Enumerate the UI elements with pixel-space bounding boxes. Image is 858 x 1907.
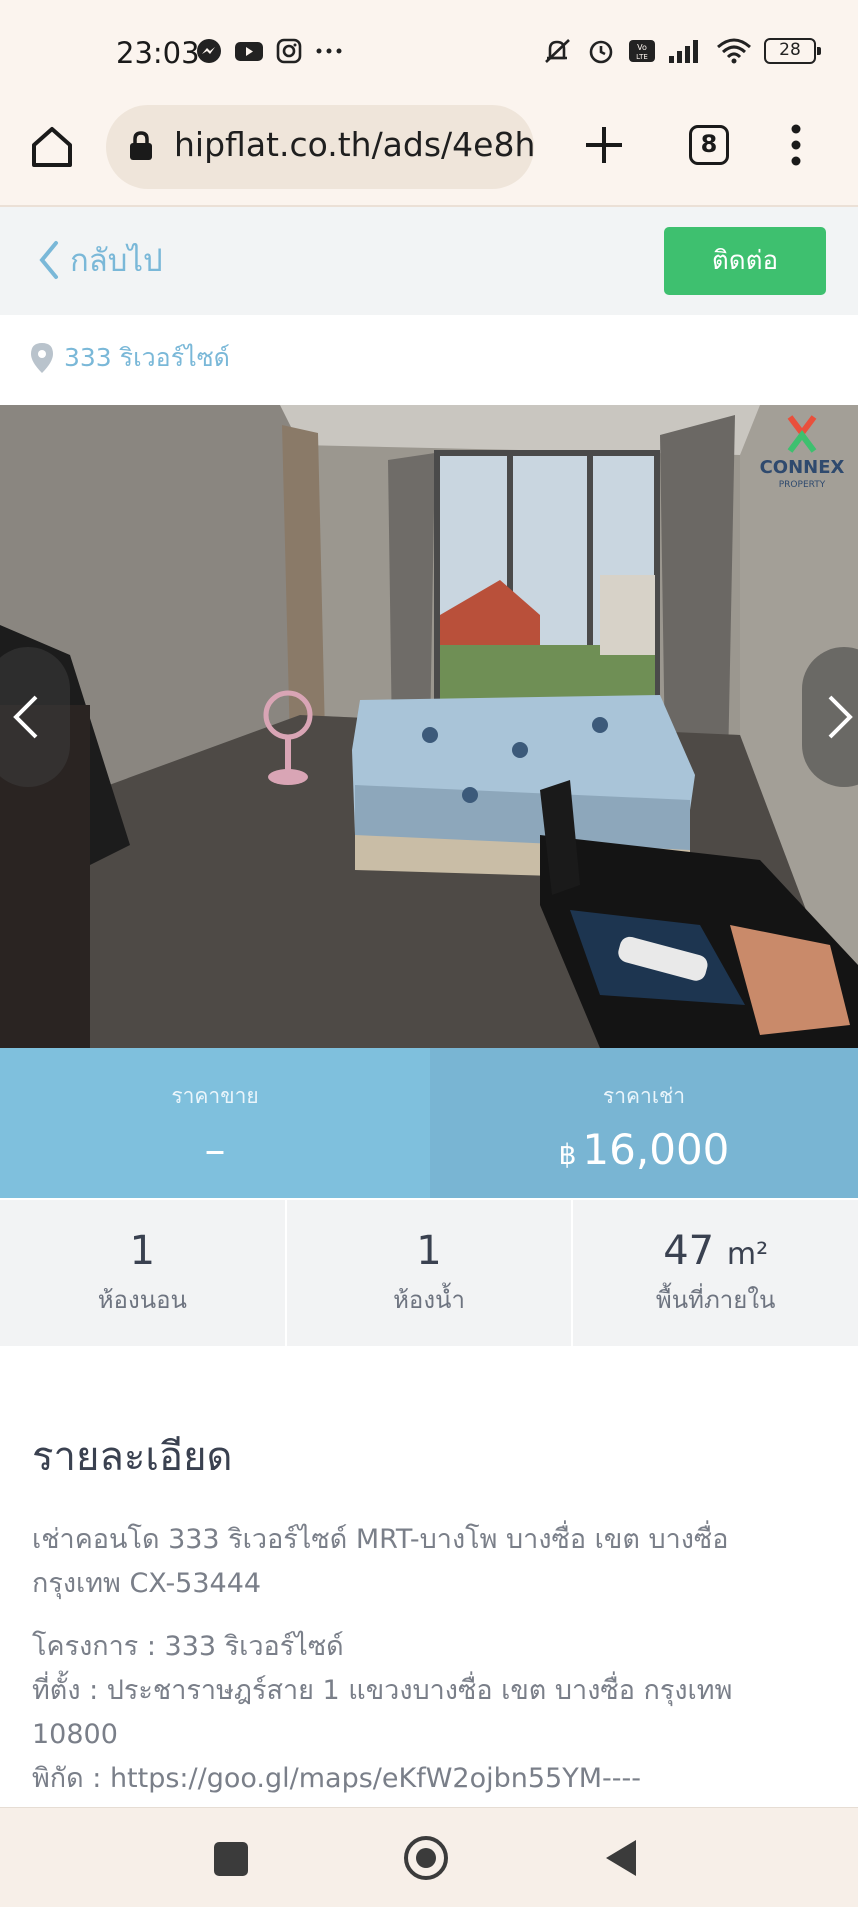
price-band: ราคาขาย – ราคาเช่า ฿ 16,000 xyxy=(0,1048,858,1198)
area-value: 47 xyxy=(663,1228,715,1274)
area-unit: m² xyxy=(726,1237,769,1272)
chevron-left-icon xyxy=(39,241,58,279)
bedrooms-label: ห้องนอน xyxy=(97,1286,187,1314)
kebab-menu-icon[interactable] xyxy=(784,121,808,169)
address-bar[interactable]: hipflat.co.th/ads/4e8h xyxy=(106,105,534,189)
details-body: โครงการ : 333 ริเวอร์ไซด์ ที่ตั้ง : ประช… xyxy=(32,1625,822,1801)
status-bar: 23:03 Vo LTE 28 xyxy=(0,0,858,105)
tab-switcher-button[interactable]: 8 xyxy=(689,125,729,165)
youtube-icon xyxy=(235,42,263,61)
rent-price-value: ฿ 16,000 xyxy=(430,1125,858,1174)
home-icon[interactable] xyxy=(28,123,76,171)
site-header: กลับไป ติดต่อ xyxy=(0,207,858,315)
details-map-link[interactable]: พิกัด : https://goo.gl/maps/eKfW2ojbn55Y… xyxy=(32,1757,822,1801)
contact-button[interactable]: ติดต่อ xyxy=(664,227,826,295)
back-triangle-icon[interactable] xyxy=(604,1838,638,1878)
svg-text:Vo: Vo xyxy=(637,43,647,52)
location-text: 333 ริเวอร์ไซด์ xyxy=(64,343,230,372)
details-heading: รายละเอียด xyxy=(32,1434,233,1480)
rent-amount: 16,000 xyxy=(582,1125,730,1174)
sale-price-cell: ราคาขาย – xyxy=(0,1048,430,1198)
more-dots-icon xyxy=(316,48,342,54)
details-project: โครงการ : 333 ริเวอร์ไซด์ xyxy=(32,1631,344,1662)
sale-price-value: – xyxy=(204,1125,226,1174)
status-right-icons: Vo LTE 28 xyxy=(540,36,821,66)
status-time: 23:03 xyxy=(116,36,200,70)
stat-bathrooms: 1 ห้องน้ำ xyxy=(287,1200,574,1346)
battery-indicator: 28 xyxy=(764,38,821,64)
browser-toolbar: hipflat.co.th/ads/4e8h 8 xyxy=(0,105,858,207)
new-tab-icon[interactable] xyxy=(580,121,628,169)
wifi-icon xyxy=(717,38,751,64)
back-link-label: กลับไป xyxy=(70,243,163,279)
status-left-icons xyxy=(196,38,344,64)
area-value-row: 47 m² xyxy=(573,1228,858,1274)
bedrooms-value: 1 xyxy=(129,1228,156,1274)
volte-icon: VoLTE xyxy=(629,40,655,62)
lock-icon xyxy=(130,131,152,160)
bathrooms-value: 1 xyxy=(416,1228,442,1274)
area-label: พื้นที่ภายใน xyxy=(655,1286,776,1314)
listing-photo[interactable]: CONNEX PROPERTY xyxy=(0,405,858,1048)
currency-symbol: ฿ xyxy=(558,1138,577,1171)
instagram-icon xyxy=(276,38,302,64)
system-nav-bar xyxy=(0,1807,858,1907)
connex-logo-watermark: CONNEX PROPERTY xyxy=(760,415,845,490)
property-stats: 1 ห้องนอน 1 ห้องน้ำ 47 m² พื้นที่ภายใน xyxy=(0,1200,858,1346)
svg-text:LTE: LTE xyxy=(636,53,648,61)
details-address: ที่ตั้ง : ประชาราษฎร์สาย 1 แขวงบางซื่อ เ… xyxy=(32,1675,733,1750)
alarm-icon xyxy=(589,40,613,64)
stat-area: 47 m² พื้นที่ภายใน xyxy=(573,1200,858,1346)
recents-button[interactable] xyxy=(214,1842,248,1876)
watermark-text: CONNEX xyxy=(760,457,845,478)
map-pin-icon xyxy=(31,343,53,373)
signal-icon xyxy=(669,40,698,63)
chevron-right-icon xyxy=(828,695,853,739)
stat-bedrooms: 1 ห้องนอน xyxy=(0,1200,287,1346)
rent-price-cell: ราคาเช่า ฿ 16,000 xyxy=(430,1048,858,1198)
location-row[interactable]: 333 ริเวอร์ไซด์ xyxy=(30,338,230,378)
rent-price-label: ราคาเช่า xyxy=(602,1084,686,1108)
chevron-left-icon xyxy=(13,695,38,739)
mute-icon xyxy=(545,39,570,63)
url-text: hipflat.co.th/ads/4e8h xyxy=(174,125,534,164)
bathrooms-label: ห้องน้ำ xyxy=(393,1286,465,1314)
photo-prev-button[interactable] xyxy=(0,647,70,787)
photo-next-button[interactable] xyxy=(802,647,858,787)
back-link[interactable]: กลับไป xyxy=(38,235,163,285)
home-button[interactable] xyxy=(404,1836,448,1880)
messenger-icon xyxy=(197,39,221,63)
details-summary: เช่าคอนโด 333 ริเวอร์ไซด์ MRT-บางโพ บางซ… xyxy=(32,1524,729,1599)
sale-price-label: ราคาขาย xyxy=(171,1084,259,1108)
watermark-subtext: PROPERTY xyxy=(779,480,826,490)
bedroom-photo xyxy=(0,405,858,1048)
